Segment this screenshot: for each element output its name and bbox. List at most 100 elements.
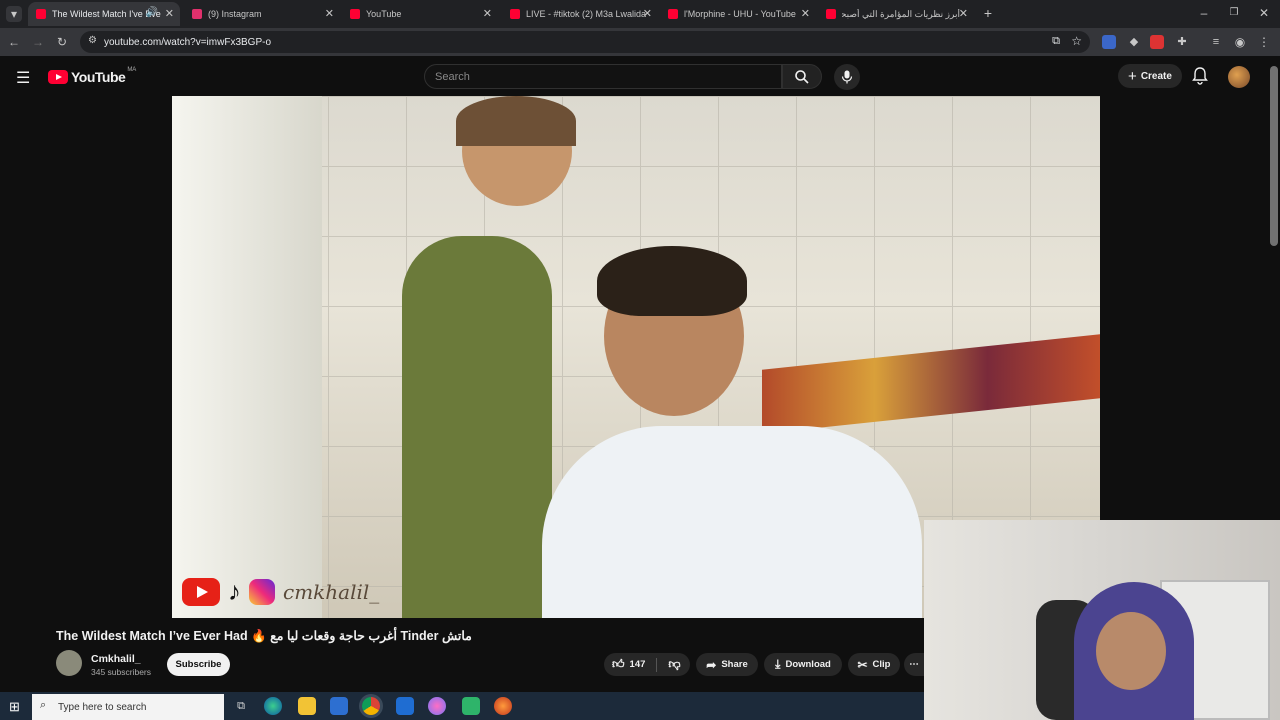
browser-toolbar: ← → ↻ ⚙ youtube.com/watch?v=imwFx3BGP-o … [0, 28, 1280, 56]
video-frame-woman-hair [456, 96, 576, 146]
download-button[interactable]: ⤓ Download [764, 653, 842, 676]
close-tab-icon[interactable]: ✕ [959, 7, 968, 20]
video-watermark: ♪ cmkhalil_ [182, 576, 379, 607]
close-tab-icon[interactable]: ✕ [483, 7, 492, 20]
search-placeholder: Search [435, 70, 470, 83]
restore-icon[interactable]: ❐ [1226, 5, 1242, 21]
page-scrollbar[interactable] [1270, 66, 1278, 246]
video-info: The Wildest Match I’ve Ever Had 🔥 أغرب ح… [0, 618, 924, 688]
outlook-icon[interactable] [396, 697, 414, 715]
account-avatar[interactable] [1228, 66, 1250, 88]
download-icon: ⤓ [775, 657, 781, 671]
extension-diamond-icon[interactable]: ◆ [1126, 34, 1142, 50]
more-actions-button[interactable]: ⋯ [904, 653, 924, 676]
forward-icon[interactable]: → [30, 34, 46, 50]
app-orange-icon[interactable] [494, 697, 512, 715]
search-button[interactable] [782, 64, 822, 89]
watermark-youtube-icon [182, 577, 220, 606]
create-button[interactable]: + Create [1118, 64, 1182, 88]
tab-label: YouTube [366, 9, 402, 19]
youtube-favicon-icon [350, 9, 360, 19]
search-input[interactable]: Search [424, 64, 782, 89]
tab-label: أبرز نظريات المؤامرة التي أصبحت [842, 8, 960, 19]
tab-label: l'Morphine - UHU - YouTube [684, 9, 796, 19]
country-code: MA [127, 67, 137, 73]
taskbar-search-input[interactable]: ⌕ Type here to search [32, 694, 224, 720]
video-frame-window [172, 96, 322, 618]
windows-start-icon[interactable]: ⊞ [9, 699, 20, 715]
subscribe-button[interactable]: Subscribe [167, 653, 230, 676]
windows-taskbar: ⊞ ⌕ Type here to search ⧉ [0, 692, 924, 720]
tab-label: The Wildest Match I've Eve [52, 9, 161, 19]
youtube-favicon-icon [510, 9, 520, 19]
youtube-favicon-icon [36, 9, 46, 19]
extensions-puzzle-icon[interactable]: ✚ [1174, 34, 1190, 50]
file-explorer-icon[interactable] [298, 697, 316, 715]
bookmark-star-icon[interactable]: ☆ [1071, 34, 1082, 48]
like-dislike-group: 👍︎ 147 👎︎ [604, 653, 690, 676]
voice-search-button[interactable] [834, 64, 860, 90]
video-frame-man-hair [597, 246, 747, 316]
cast-icon[interactable]: ⧉ [1052, 35, 1060, 48]
tab-label: (9) Instagram [208, 9, 262, 19]
chrome-icon[interactable] [362, 697, 380, 715]
close-tab-icon[interactable]: ✕ [325, 7, 334, 20]
clip-button[interactable]: ✂ Clip [848, 653, 900, 676]
download-label: Download [785, 659, 831, 670]
new-tab-icon[interactable]: + [980, 5, 996, 21]
messenger-icon[interactable] [428, 697, 446, 715]
translate-extension-icon[interactable] [1102, 35, 1116, 49]
channel-name[interactable]: Cmkhalil_ [91, 653, 141, 665]
reload-icon[interactable]: ↻ [54, 34, 70, 50]
task-view-icon[interactable]: ⧉ [232, 697, 250, 715]
hamburger-menu-icon[interactable]: ☰ [16, 68, 30, 88]
tab-search-icon[interactable]: ▾ [6, 6, 22, 22]
dislike-button[interactable]: 👎︎ [668, 657, 680, 672]
youtube-logo[interactable]: YouTube MA [48, 67, 137, 85]
back-icon[interactable]: ← [6, 34, 22, 50]
tab-youtube[interactable]: YouTube ✕ [342, 2, 498, 26]
video-title: The Wildest Match I’ve Ever Had 🔥 أغرب ح… [56, 629, 472, 643]
tab-label: LIVE - #tiktok (2) M3a Lwalida [526, 9, 647, 19]
address-bar[interactable]: ⚙ youtube.com/watch?v=imwFx3BGP-o ⧉ ☆ [80, 31, 1090, 53]
subscriber-count: 345 subscribers [91, 667, 152, 677]
youtube-favicon-icon [826, 9, 836, 19]
notifications-bell-icon[interactable] [1192, 67, 1208, 90]
site-info-icon[interactable]: ⚙ [88, 35, 97, 46]
taskbar-search-placeholder: Type here to search [58, 701, 147, 713]
speaker-icon[interactable]: 🔊 [146, 7, 158, 18]
close-tab-icon[interactable]: ✕ [643, 7, 652, 20]
share-button[interactable]: ➦ Share [696, 653, 758, 676]
watermark-instagram-icon [249, 578, 275, 605]
url-text: youtube.com/watch?v=imwFx3BGP-o [104, 36, 272, 48]
subscribe-label: Subscribe [175, 659, 222, 670]
edge-icon[interactable] [264, 697, 282, 715]
like-button[interactable]: 👍︎ [612, 657, 625, 672]
tab-instagram[interactable]: (9) Instagram ✕ [184, 2, 340, 26]
clip-label: Clip [872, 659, 891, 670]
media-controls-icon[interactable]: ≡ [1208, 34, 1224, 50]
instagram-favicon-icon [192, 9, 202, 19]
microphone-icon [841, 70, 853, 84]
tab-conspiracy[interactable]: أبرز نظريات المؤامرة التي أصبحت ✕ [818, 2, 974, 26]
store-icon[interactable] [330, 697, 348, 715]
channel-avatar[interactable] [56, 650, 82, 676]
extension-red-icon[interactable] [1150, 35, 1164, 49]
tab-live-tiktok[interactable]: LIVE - #tiktok (2) M3a Lwalida ✕ [502, 2, 658, 26]
minimize-icon[interactable]: – [1196, 5, 1212, 21]
app-green-icon[interactable] [462, 697, 480, 715]
webcam-person-face [1096, 612, 1166, 690]
youtube-header: ☰ YouTube MA Search + Create [0, 56, 1280, 96]
browser-menu-icon[interactable]: ⋮ [1256, 34, 1272, 50]
close-tab-icon[interactable]: ✕ [165, 7, 174, 20]
close-window-icon[interactable]: ✕ [1256, 5, 1272, 21]
watermark-handle: cmkhalil_ [283, 579, 380, 604]
video-frame-woman [402, 236, 552, 618]
profile-icon[interactable]: ◉ [1232, 34, 1248, 50]
tab-wildest-match[interactable]: The Wildest Match I've Eve 🔊 ✕ [28, 2, 180, 26]
youtube-play-logo-icon [48, 70, 68, 84]
tab-lmorphine[interactable]: l'Morphine - UHU - YouTube ✕ [660, 2, 816, 26]
browser-tab-strip: ▾ The Wildest Match I've Eve 🔊 ✕ (9) Ins… [0, 0, 1280, 28]
youtube-logo-text: YouTube [71, 69, 126, 85]
close-tab-icon[interactable]: ✕ [801, 7, 810, 20]
